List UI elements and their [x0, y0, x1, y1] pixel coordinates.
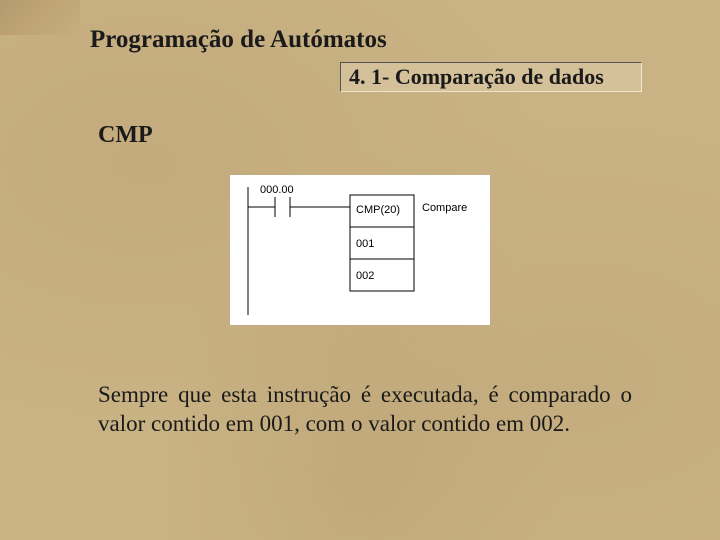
page-title: Programação de Autómatos [90, 26, 387, 54]
decorative-corner [0, 0, 80, 35]
box-side-label: Compare [422, 202, 467, 214]
subtitle-bar: 4. 1- Comparação de dados [340, 62, 642, 92]
operand1-label: 001 [356, 238, 374, 250]
rung-address-label: 000.00 [260, 184, 294, 196]
box-title-label: CMP(20) [356, 204, 400, 216]
section-heading: CMP [98, 122, 153, 149]
operand2-label: 002 [356, 270, 374, 282]
body-paragraph: Sempre que esta instrução é executada, é… [98, 380, 632, 439]
subtitle-text: 4. 1- Comparação de dados [349, 64, 604, 90]
ladder-diagram: 000.00 CMP(20) Compare 001 002 [230, 175, 490, 325]
